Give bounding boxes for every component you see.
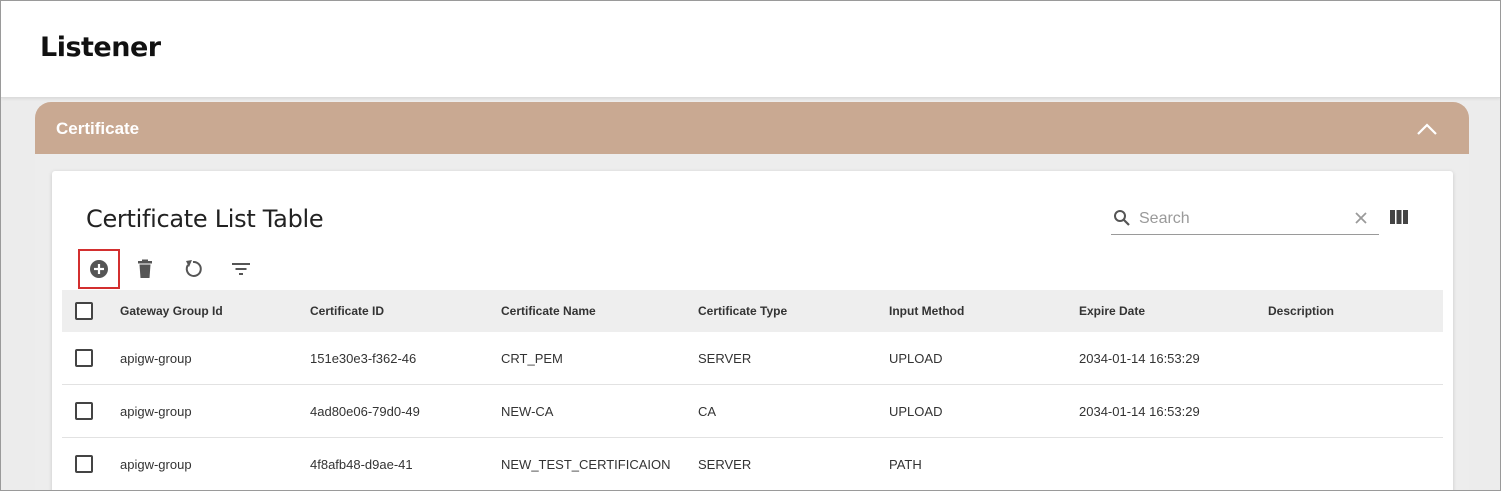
cell-certificate-name: NEW_TEST_CERTIFICAION	[501, 457, 671, 472]
add-button[interactable]	[78, 249, 120, 289]
panel-title: Certificate	[56, 119, 140, 138]
refresh-icon	[185, 260, 202, 277]
cell-certificate-id: 4ad80e06-79d0-49	[310, 404, 420, 419]
cell-certificate-type: SERVER	[698, 457, 752, 472]
table-header: Gateway Group Id Certificate ID Certific…	[62, 290, 1443, 332]
row-checkbox[interactable]	[75, 455, 93, 473]
column-header[interactable]: Input Method	[889, 304, 964, 318]
column-header[interactable]: Description	[1268, 304, 1334, 318]
search-box	[1111, 205, 1379, 235]
search-icon	[1114, 210, 1130, 226]
cell-input-method: UPLOAD	[889, 351, 943, 366]
cell-certificate-type: CA	[698, 404, 717, 419]
table-row[interactable]: apigw-group 4f8afb48-d9ae-41 NEW_TEST_CE…	[62, 438, 1443, 490]
page-title: Listener	[40, 32, 161, 63]
row-checkbox[interactable]	[75, 349, 93, 367]
cell-expire-date: 2034-01-14 16:53:29	[1079, 351, 1200, 366]
cell-certificate-name: NEW-CA	[501, 404, 554, 419]
add-circle-icon	[90, 260, 108, 278]
column-header[interactable]: Expire Date	[1079, 304, 1145, 318]
cell-expire-date: 2034-01-14 16:53:29	[1079, 404, 1200, 419]
search-input[interactable]	[1139, 207, 1339, 231]
certificate-card: Certificate List Table Search Gateway Gr…	[52, 171, 1453, 490]
column-header[interactable]: Certificate Name	[501, 304, 596, 318]
column-header[interactable]: Gateway Group Id	[120, 304, 223, 318]
clear-icon[interactable]	[1353, 210, 1369, 226]
chevron-up-icon[interactable]	[1415, 118, 1439, 140]
cell-input-method: UPLOAD	[889, 404, 943, 419]
delete-button[interactable]	[124, 249, 166, 289]
trash-icon	[138, 259, 152, 278]
column-header[interactable]: Certificate Type	[698, 304, 787, 318]
filter-icon	[232, 263, 250, 275]
cell-gateway-group-id: apigw-group	[120, 351, 192, 366]
cell-certificate-type: SERVER	[698, 351, 752, 366]
column-header[interactable]: Certificate ID	[310, 304, 384, 318]
certificate-panel: Certificate Certificate List Table Searc…	[35, 102, 1469, 490]
cell-gateway-group-id: apigw-group	[120, 457, 192, 472]
cell-certificate-id: 151e30e3-f362-46	[310, 351, 417, 366]
table-row[interactable]: apigw-group 151e30e3-f362-46 CRT_PEM SER…	[62, 332, 1443, 385]
panel-header[interactable]: Certificate	[35, 102, 1469, 154]
table-row[interactable]: apigw-group 4ad80e06-79d0-49 NEW-CA CA U…	[62, 385, 1443, 438]
cell-certificate-id: 4f8afb48-d9ae-41	[310, 457, 413, 472]
row-checkbox[interactable]	[75, 402, 93, 420]
filter-button[interactable]	[220, 249, 262, 289]
cell-input-method: PATH	[889, 457, 922, 472]
app-frame: Listener Certificate Certificate List Ta…	[0, 0, 1501, 491]
refresh-button[interactable]	[172, 249, 214, 289]
page-header: Listener	[1, 1, 1500, 98]
table-toolbar	[76, 249, 276, 289]
select-all-checkbox[interactable]	[75, 302, 93, 320]
view-columns-icon[interactable]	[1389, 209, 1409, 225]
cell-gateway-group-id: apigw-group	[120, 404, 192, 419]
certificate-table: Gateway Group Id Certificate ID Certific…	[62, 290, 1443, 490]
cell-certificate-name: CRT_PEM	[501, 351, 563, 366]
table-title: Certificate List Table	[86, 205, 324, 233]
